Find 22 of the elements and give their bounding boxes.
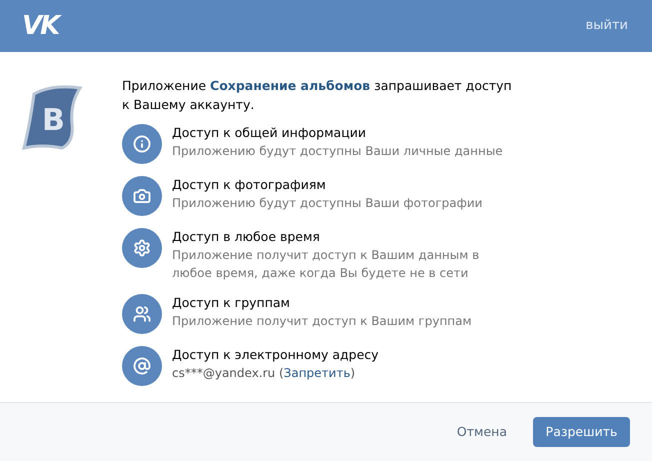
info-icon — [133, 135, 151, 153]
logo: VK — [22, 6, 58, 46]
permission-description: cs***@yandex.ru (Запретить) — [172, 365, 356, 382]
intro-text: Приложение Сохранение альбомов запрашивает доступ к Вашему аккаунту. — [122, 77, 513, 114]
permission-title: Доступ к группам — [172, 294, 291, 312]
camera-icon — [133, 187, 151, 205]
permission-description: Приложению будут доступны Ваши личные данные — [172, 143, 504, 160]
permission-title: Доступ к фотографиям — [172, 176, 327, 194]
logout-link[interactable]: выйти — [586, 16, 630, 36]
at-sign-icon — [133, 357, 151, 375]
allow-button[interactable]: Разрешить — [533, 417, 630, 447]
app-logo-icon: B — [22, 84, 84, 150]
settings-icon — [133, 239, 151, 257]
people-icon — [133, 305, 151, 323]
permission-description: Приложение получит доступ к Вашим группам — [172, 313, 473, 330]
permission-title: Доступ к общей информации — [172, 124, 367, 142]
permission-description: Приложению будут доступны Ваши фотографии — [172, 195, 484, 212]
permission-title: Доступ в любое время — [172, 228, 321, 246]
cancel-button[interactable]: Отмена — [442, 416, 521, 448]
permission-title: Доступ к электронному адресу — [172, 346, 379, 364]
permission-description: Приложение получит доступ к Вашим данным в любое время, даже когда Вы будете не в сети — [172, 247, 480, 282]
deny-link[interactable]: Запретить — [284, 366, 350, 380]
